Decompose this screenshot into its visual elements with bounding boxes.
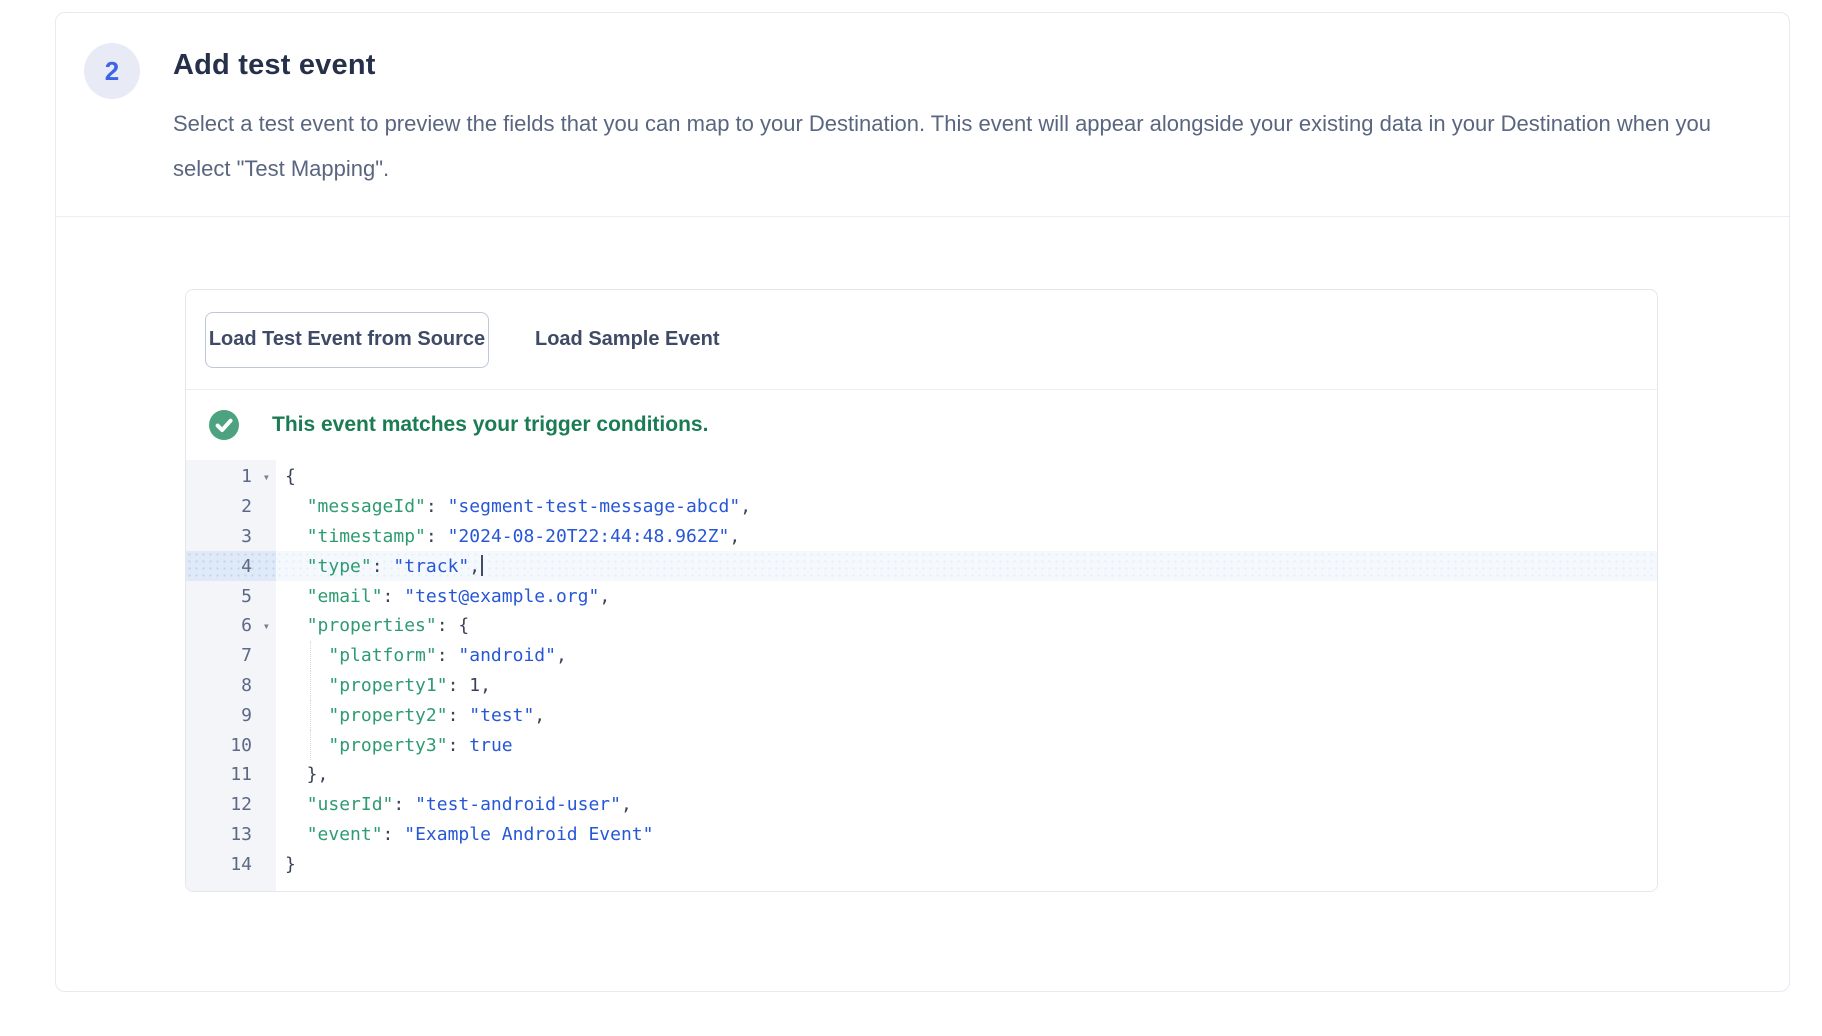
code-text: "messageId": "segment-test-message-abcd"… <box>276 492 1657 522</box>
trigger-match-status: This event matches your trigger conditio… <box>186 390 1657 460</box>
step-badge: 2 <box>84 43 140 99</box>
line-number: 4 <box>186 551 276 581</box>
code-text: "property2": "test", <box>276 700 1657 730</box>
code-text: "properties": { <box>276 611 1657 641</box>
page-title: Add test event <box>173 49 376 82</box>
code-line[interactable]: 5 "email": "test@example.org", <box>186 581 1657 611</box>
code-text: "platform": "android", <box>276 641 1657 671</box>
line-number: 3 <box>186 522 276 552</box>
header-divider <box>56 216 1789 217</box>
code-line[interactable]: 10 "property3": true <box>186 730 1657 760</box>
line-number: 14 <box>186 849 276 879</box>
code-text: "property3": true <box>276 730 1657 760</box>
code-line[interactable]: 4 "type": "track", <box>186 551 1657 581</box>
code-line[interactable]: 12 "userId": "test-android-user", <box>186 790 1657 820</box>
code-line[interactable]: 11 }, <box>186 760 1657 790</box>
line-number: 1▾ <box>186 462 276 492</box>
code-line[interactable]: 8 "property1": 1, <box>186 671 1657 701</box>
code-line[interactable]: 1▾{ <box>186 462 1657 492</box>
check-circle-icon <box>209 410 239 440</box>
code-text: "email": "test@example.org", <box>276 581 1657 611</box>
code-line[interactable]: 3 "timestamp": "2024-08-20T22:44:48.962Z… <box>186 522 1657 552</box>
line-number: 2 <box>186 492 276 522</box>
load-sample-event-button[interactable]: Load Sample Event <box>535 328 720 351</box>
step-description: Select a test event to preview the field… <box>173 101 1745 191</box>
code-text: } <box>276 849 1657 879</box>
line-number: 9 <box>186 700 276 730</box>
line-number: 10 <box>186 730 276 760</box>
code-line[interactable]: 14} <box>186 849 1657 879</box>
fold-toggle-icon[interactable]: ▾ <box>263 471 270 483</box>
step-number: 2 <box>105 56 119 87</box>
add-test-event-card: 2 Add test event Select a test event to … <box>55 12 1790 992</box>
line-number: 8 <box>186 671 276 701</box>
text-cursor <box>481 555 483 576</box>
code-line[interactable]: 2 "messageId": "segment-test-message-abc… <box>186 492 1657 522</box>
event-source-toolbar: Load Test Event from Source Load Sample … <box>186 290 1657 389</box>
code-text: "userId": "test-android-user", <box>276 790 1657 820</box>
code-text: "property1": 1, <box>276 671 1657 701</box>
test-event-panel: Load Test Event from Source Load Sample … <box>185 289 1658 892</box>
code-line[interactable]: 6▾ "properties": { <box>186 611 1657 641</box>
code-text: }, <box>276 760 1657 790</box>
code-text: { <box>276 462 1657 492</box>
line-number: 5 <box>186 581 276 611</box>
code-text: "timestamp": "2024-08-20T22:44:48.962Z", <box>276 522 1657 552</box>
code-line[interactable]: 7 "platform": "android", <box>186 641 1657 671</box>
code-lines: 1▾{2 "messageId": "segment-test-message-… <box>186 462 1657 879</box>
status-message: This event matches your trigger conditio… <box>272 413 708 437</box>
code-text: "type": "track", <box>276 551 1657 581</box>
code-text: "event": "Example Android Event" <box>276 820 1657 850</box>
line-number: 11 <box>186 760 276 790</box>
line-number: 6▾ <box>186 611 276 641</box>
line-number: 12 <box>186 790 276 820</box>
json-code-editor[interactable]: 1▾{2 "messageId": "segment-test-message-… <box>186 460 1657 892</box>
load-test-event-button[interactable]: Load Test Event from Source <box>205 312 489 368</box>
code-line[interactable]: 9 "property2": "test", <box>186 700 1657 730</box>
code-line[interactable]: 13 "event": "Example Android Event" <box>186 820 1657 850</box>
line-number: 7 <box>186 641 276 671</box>
fold-toggle-icon[interactable]: ▾ <box>263 620 270 632</box>
line-number: 13 <box>186 820 276 850</box>
